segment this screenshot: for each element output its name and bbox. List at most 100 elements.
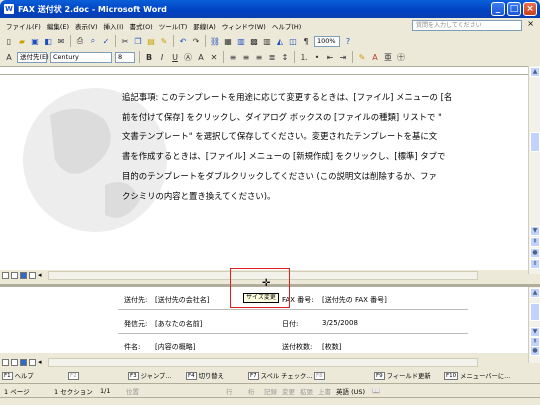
menu-edit[interactable]: 編集(E)	[44, 21, 72, 31]
hscroll-left-arrow[interactable]: ◂	[38, 358, 42, 366]
browse-object-icon[interactable]: ●	[530, 248, 540, 258]
scroll-thumb[interactable]	[530, 303, 540, 321]
styles-icon[interactable]: A	[4, 52, 14, 62]
menu-insert[interactable]: 挿入(I)	[101, 21, 127, 31]
horizontal-ruler[interactable]	[0, 66, 540, 75]
minimize-button[interactable]: _	[491, 2, 505, 16]
scroll-down-arrow[interactable]: ▼	[530, 226, 540, 236]
font-color-icon[interactable]: A	[370, 52, 380, 62]
new-document-icon[interactable]: ▯	[4, 36, 14, 46]
print-preview-icon[interactable]: ⌕	[88, 36, 98, 46]
menu-help[interactable]: ヘルプ(H)	[269, 21, 304, 31]
document-pane-top[interactable]: 追記事項: このテンプレートを用途に応じて変更するときは、[ファイル] メニュー…	[0, 75, 528, 270]
scroll-up-arrow[interactable]: ▲	[530, 288, 540, 298]
char-shading-icon[interactable]: A	[196, 52, 206, 62]
justify-icon[interactable]: ≣	[267, 52, 277, 62]
web-layout-icon[interactable]	[11, 358, 18, 366]
scroll-down-arrow[interactable]: ▼	[530, 327, 540, 337]
hyperlink-icon[interactable]: ⛓	[210, 36, 220, 46]
line-spacing-icon[interactable]: ↕	[280, 52, 290, 62]
print-icon[interactable]: ⎙	[75, 36, 85, 46]
word-app-icon[interactable]: W	[4, 4, 14, 14]
fkey-f1[interactable]: F1 ヘルプ	[2, 371, 68, 380]
zoom-select[interactable]: 100%	[314, 35, 340, 47]
spelling-status-icon[interactable]: 📖	[372, 387, 380, 395]
menu-tools[interactable]: ツール(T)	[156, 21, 191, 31]
highlight-icon[interactable]: ✎	[357, 52, 367, 62]
help-icon[interactable]: ?	[343, 36, 353, 46]
fkey-f9[interactable]: F9 フィールド更新	[374, 371, 444, 380]
scroll-up-arrow[interactable]: ▲	[530, 67, 540, 77]
subject-value: [内容の概略]	[155, 343, 196, 351]
phonetic-guide-icon[interactable]: 亜	[383, 52, 393, 62]
columns-icon[interactable]: ▥	[262, 36, 272, 46]
numbering-icon[interactable]: ⒈	[299, 52, 309, 62]
normal-view-icon[interactable]	[2, 271, 9, 279]
outline-view-icon[interactable]	[29, 271, 36, 279]
web-layout-icon[interactable]	[11, 271, 18, 279]
status-overtype[interactable]: 上書	[318, 386, 336, 396]
next-page-icon[interactable]: ⇟	[530, 259, 540, 269]
paste-icon[interactable]: ▤	[146, 36, 156, 46]
browse-object-icon[interactable]: ●	[530, 346, 540, 356]
char-scale-icon[interactable]: ✕	[209, 52, 219, 62]
decrease-indent-icon[interactable]: ⇤	[325, 52, 335, 62]
fkey-f3[interactable]: F3 ジャンプ...	[128, 371, 186, 380]
open-folder-icon[interactable]: ▰	[17, 36, 27, 46]
fkey-f7[interactable]: F7 スペル チェック...	[248, 371, 314, 380]
save-icon[interactable]: ▣	[30, 36, 40, 46]
cut-icon[interactable]: ✂	[120, 36, 130, 46]
format-painter-icon[interactable]: ✎	[159, 36, 169, 46]
align-right-icon[interactable]: ≡	[254, 52, 264, 62]
close-button[interactable]: ×	[523, 2, 537, 16]
italic-icon[interactable]: I	[157, 52, 167, 62]
hscroll-left-arrow[interactable]: ◂	[38, 271, 42, 279]
increase-indent-icon[interactable]: ⇥	[338, 52, 348, 62]
status-track-changes[interactable]: 変更	[282, 386, 300, 396]
vertical-scrollbar-bottom[interactable]: ▲ ▼ ⇞ ●	[528, 287, 540, 363]
ask-question-input[interactable]: 質問を入力してください	[412, 20, 522, 31]
maximize-button[interactable]: □	[507, 2, 521, 16]
normal-view-icon[interactable]	[2, 358, 9, 366]
insert-table-icon[interactable]: ▥	[236, 36, 246, 46]
outline-view-icon[interactable]	[29, 358, 36, 366]
font-size-select[interactable]: 8	[115, 51, 135, 63]
align-center-icon[interactable]: ≡	[241, 52, 251, 62]
permission-icon[interactable]: ◧	[43, 36, 53, 46]
menu-format[interactable]: 書式(O)	[127, 21, 156, 31]
menu-file[interactable]: ファイル(F)	[3, 21, 44, 31]
tables-borders-icon[interactable]: ▦	[223, 36, 233, 46]
font-select[interactable]: Century	[50, 51, 112, 63]
bold-icon[interactable]: B	[144, 52, 154, 62]
copy-icon[interactable]: ❐	[133, 36, 143, 46]
menu-table[interactable]: 罫線(A)	[190, 21, 219, 31]
char-border-icon[interactable]: Ⓐ	[183, 52, 193, 62]
document-map-icon[interactable]: ◫	[288, 36, 298, 46]
drawing-icon[interactable]: ◭	[275, 36, 285, 46]
print-layout-icon[interactable]	[20, 358, 27, 366]
style-select[interactable]: 送付先(E)	[17, 51, 49, 63]
previous-page-icon[interactable]: ⇞	[530, 237, 540, 247]
enclose-characters-icon[interactable]: ㊉	[396, 52, 406, 62]
redo-icon[interactable]: ↷	[191, 36, 201, 46]
vertical-scrollbar-top[interactable]: ▲ ▼ ⇞ ● ⇟	[528, 66, 540, 274]
bullets-icon[interactable]: •	[312, 52, 322, 62]
fkey-f10[interactable]: F10 メニューバーに...	[444, 371, 524, 380]
spelling-icon[interactable]: ✓	[101, 36, 111, 46]
toolbar-separator	[223, 51, 224, 63]
underline-icon[interactable]: U	[170, 52, 180, 62]
status-extend[interactable]: 拡張	[300, 386, 318, 396]
undo-icon[interactable]: ↶	[178, 36, 188, 46]
print-layout-icon[interactable]	[20, 271, 27, 279]
menu-view[interactable]: 表示(V)	[72, 21, 101, 31]
status-record[interactable]: 記録	[264, 386, 282, 396]
insert-excel-icon[interactable]: ▩	[249, 36, 259, 46]
menu-window[interactable]: ウィンドウ(W)	[219, 21, 269, 31]
document-close-icon[interactable]: ×	[527, 19, 534, 28]
horizontal-scrollbar-bottom[interactable]	[47, 357, 478, 367]
show-hide-icon[interactable]: ¶	[301, 36, 311, 46]
fkey-f4[interactable]: F4 切り替え	[186, 371, 248, 380]
align-left-icon[interactable]: ≡	[228, 52, 238, 62]
scroll-thumb[interactable]	[530, 132, 540, 152]
email-icon[interactable]: ✉	[56, 36, 66, 46]
